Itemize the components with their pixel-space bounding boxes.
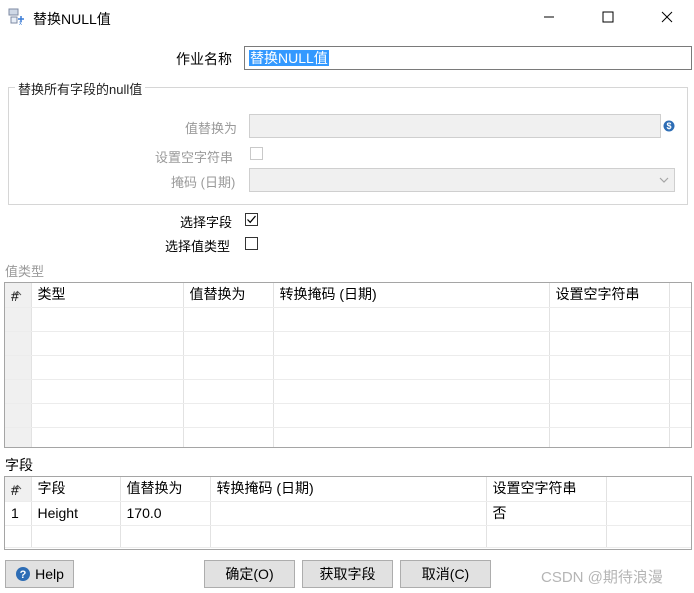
table-header-row: # 类型 值替换为 转换掩码 (日期) 设置空字符串 [5, 283, 691, 308]
column-header-filler [606, 477, 691, 502]
minimize-button[interactable] [534, 4, 564, 30]
select-fields-label: 选择字段 [180, 215, 233, 230]
cell-replace[interactable]: 170.0 [120, 501, 211, 526]
column-header-mask[interactable]: 转换掩码 (日期) [273, 283, 550, 308]
column-header-field[interactable]: 字段 [31, 477, 121, 502]
column-header-set-empty[interactable]: 设置空字符串 [486, 477, 607, 502]
replace-with-input[interactable] [249, 114, 661, 138]
help-label: Help [35, 566, 64, 582]
ok-button[interactable]: 确定(O) [204, 560, 295, 588]
table-row[interactable]: 1 Height 170.0 否 [5, 501, 691, 526]
table-row[interactable] [5, 379, 691, 404]
column-header-filler [669, 283, 691, 308]
get-fields-label: 获取字段 [319, 566, 376, 582]
window-title: 替换NULL值 [33, 11, 111, 27]
cell-set-empty[interactable]: 否 [486, 501, 607, 526]
column-header-mask[interactable]: 转换掩码 (日期) [210, 477, 487, 502]
cell-field[interactable]: Height [31, 501, 121, 526]
check-icon [247, 215, 256, 224]
mask-label: 掩码 (日期) [171, 175, 236, 190]
fields-section-label: 字段 [5, 457, 33, 473]
column-header-replace[interactable]: 值替换为 [120, 477, 211, 502]
svg-text:?: ? [20, 569, 27, 581]
job-name-label: 作业名称 [176, 51, 232, 67]
table-row[interactable] [5, 331, 691, 356]
table-row[interactable] [5, 427, 691, 447]
select-fields-checkbox[interactable] [245, 213, 258, 226]
mask-dropdown[interactable] [249, 168, 675, 192]
sort-caret-icon [13, 478, 22, 493]
job-name-value: 替换NULL值 [249, 50, 329, 66]
column-header-set-empty[interactable]: 设置空字符串 [549, 283, 670, 308]
column-header-type[interactable]: 类型 [31, 283, 184, 308]
table-header-row: # 字段 值替换为 转换掩码 (日期) 设置空字符串 [5, 477, 691, 502]
help-button[interactable]: ? Help [5, 560, 74, 588]
value-type-table[interactable]: # 类型 值替换为 转换掩码 (日期) 设置空字符串 [4, 282, 692, 448]
replace-with-label: 值替换为 [185, 121, 238, 136]
svg-text:x: x [19, 21, 22, 26]
maximize-icon [602, 11, 614, 23]
table-row[interactable] [5, 525, 691, 548]
close-icon [661, 11, 673, 23]
ok-label: 确定(O) [225, 566, 274, 582]
cell-mask[interactable] [210, 501, 487, 526]
sort-caret-icon [13, 284, 22, 299]
watermark: CSDN @期待浪漫 [541, 569, 663, 586]
value-type-section-label: 值类型 [5, 264, 45, 279]
cancel-label: 取消(C) [421, 566, 470, 582]
select-value-type-checkbox[interactable] [245, 237, 258, 250]
maximize-button[interactable] [593, 4, 623, 30]
job-name-input[interactable]: 替换NULL值 [244, 46, 692, 70]
set-empty-label: 设置空字符串 [155, 150, 234, 165]
select-value-type-label: 选择值类型 [165, 239, 231, 254]
close-button[interactable] [652, 4, 682, 30]
minimize-icon [544, 16, 554, 18]
table-row[interactable] [5, 355, 691, 380]
column-header-replace[interactable]: 值替换为 [183, 283, 274, 308]
app-icon: x [8, 8, 26, 27]
fields-table[interactable]: # 字段 值替换为 转换掩码 (日期) 设置空字符串 1 Height 170.… [4, 476, 692, 550]
set-empty-checkbox[interactable] [250, 147, 263, 160]
get-fields-button[interactable]: 获取字段 [302, 560, 393, 588]
variable-icon[interactable]: $ [663, 120, 675, 135]
table-row[interactable] [5, 307, 691, 332]
svg-text:$: $ [666, 121, 671, 131]
chevron-down-icon [658, 174, 670, 189]
row-number: 1 [5, 501, 32, 526]
cancel-button[interactable]: 取消(C) [400, 560, 491, 588]
group-title: 替换所有字段的null值 [15, 79, 146, 98]
help-icon: ? [15, 566, 31, 582]
table-row[interactable] [5, 403, 691, 428]
